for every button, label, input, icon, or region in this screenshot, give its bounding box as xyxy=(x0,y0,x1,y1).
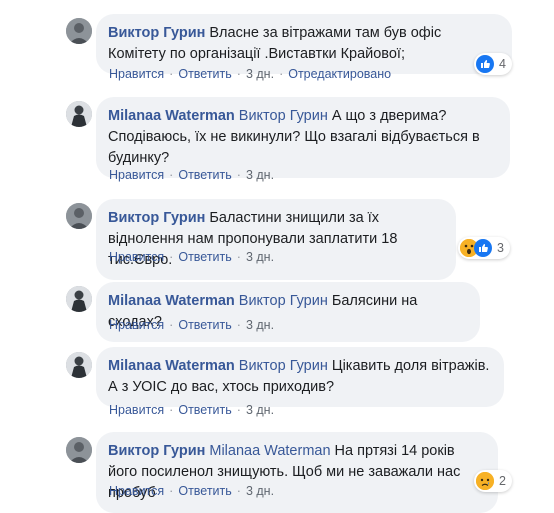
reply-button[interactable]: Ответить xyxy=(178,318,231,332)
comment-bubble: Виктор Гурин Milanaa Waterman На пртязі 14… xyxy=(96,432,498,513)
comment-bubble: Виктор Гурин Баластини знищили за їх відн… xyxy=(96,199,456,280)
timestamp[interactable]: 3 дн. xyxy=(246,168,274,182)
reaction-count: 4 xyxy=(499,57,506,71)
timestamp[interactable]: 3 дн. xyxy=(246,250,274,264)
avatar[interactable] xyxy=(66,437,92,463)
comment-bubble: Milanaa Waterman Виктор Гурин А що з двери… xyxy=(96,97,510,178)
separator: · xyxy=(236,67,241,81)
like-button[interactable]: Нравится xyxy=(109,318,164,332)
separator: · xyxy=(236,403,241,417)
avatar[interactable] xyxy=(66,101,92,127)
mention-link[interactable]: Виктор Гурин xyxy=(239,358,328,374)
comment-author[interactable]: Виктор Гурин xyxy=(108,210,205,226)
comment-actions: Нравится · Ответить · 3 дн. · Отредактировано xyxy=(109,67,391,81)
mention-link[interactable]: Milanaa Waterman xyxy=(209,443,330,459)
edited-label[interactable]: Отредактировано xyxy=(288,67,391,81)
comment-author[interactable]: Milanaa Waterman xyxy=(108,293,235,309)
reply-button[interactable]: Ответить xyxy=(178,67,231,81)
like-button[interactable]: Нравится xyxy=(109,67,164,81)
comment-bubble: Milanaa Waterman Виктор Гурин Балясини на … xyxy=(96,282,480,342)
reaction-count: 3 xyxy=(497,241,504,255)
sad-icon xyxy=(476,472,494,490)
comment-actions: Нравится · Ответить · 3 дн. xyxy=(109,318,274,332)
avatar[interactable] xyxy=(66,352,92,378)
separator: · xyxy=(236,250,241,264)
avatar[interactable] xyxy=(66,203,92,229)
separator: · xyxy=(236,168,241,182)
separator: · xyxy=(169,168,174,182)
comment-actions: Нравится · Ответить · 3 дн. xyxy=(109,168,274,182)
reply-button[interactable]: Ответить xyxy=(178,168,231,182)
reaction-summary[interactable]: 2 xyxy=(474,470,512,492)
timestamp[interactable]: 3 дн. xyxy=(246,484,274,498)
comment-bubble: Виктор Гурин Власне за вітражами там був … xyxy=(96,14,512,74)
separator: · xyxy=(236,318,241,332)
comment-author[interactable]: Виктор Гурин xyxy=(108,443,205,459)
timestamp[interactable]: 3 дн. xyxy=(246,403,274,417)
separator: · xyxy=(279,67,284,81)
like-button[interactable]: Нравится xyxy=(109,403,164,417)
separator: · xyxy=(169,484,174,498)
separator: · xyxy=(169,318,174,332)
comment-actions: Нравится · Ответить · 3 дн. xyxy=(109,484,274,498)
like-button[interactable]: Нравится xyxy=(109,250,164,264)
like-icon xyxy=(476,55,494,73)
like-button[interactable]: Нравится xyxy=(109,168,164,182)
timestamp[interactable]: 3 дн. xyxy=(246,67,274,81)
comment-author[interactable]: Milanaa Waterman xyxy=(108,108,235,124)
reaction-summary[interactable]: 4 xyxy=(474,53,512,75)
like-icon xyxy=(474,239,492,257)
reaction-count: 2 xyxy=(499,474,506,488)
avatar[interactable] xyxy=(66,18,92,44)
comment-bubble: Milanaa Waterman Виктор Гурин Цікавить дол… xyxy=(96,347,504,407)
separator: · xyxy=(169,403,174,417)
reply-button[interactable]: Ответить xyxy=(178,250,231,264)
separator: · xyxy=(236,484,241,498)
like-button[interactable]: Нравится xyxy=(109,484,164,498)
comment-author[interactable]: Milanaa Waterman xyxy=(108,358,235,374)
reaction-summary[interactable]: 3 xyxy=(458,237,510,259)
separator: · xyxy=(169,67,174,81)
reply-button[interactable]: Ответить xyxy=(178,484,231,498)
reply-button[interactable]: Ответить xyxy=(178,403,231,417)
avatar[interactable] xyxy=(66,286,92,312)
comment-actions: Нравится · Ответить · 3 дн. xyxy=(109,403,274,417)
comment-actions: Нравится · Ответить · 3 дн. xyxy=(109,250,274,264)
separator: · xyxy=(169,250,174,264)
mention-link[interactable]: Виктор Гурин xyxy=(239,293,328,309)
timestamp[interactable]: 3 дн. xyxy=(246,318,274,332)
mention-link[interactable]: Виктор Гурин xyxy=(239,108,328,124)
comment-author[interactable]: Виктор Гурин xyxy=(108,25,205,41)
